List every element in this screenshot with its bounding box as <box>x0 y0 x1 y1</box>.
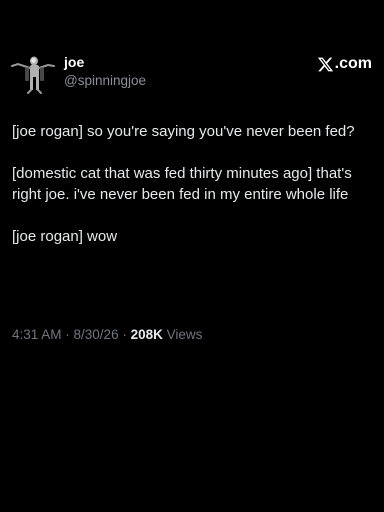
tweet-paragraph: [domestic cat that was fed thirty minute… <box>12 165 356 203</box>
author-names: joe @spinningjoe <box>64 53 146 90</box>
tweet-paragraph: [joe rogan] wow <box>12 228 118 245</box>
tweet-paragraph: [joe rogan] so you're saying you've neve… <box>12 123 355 140</box>
tweet-time[interactable]: 4:31 AM <box>12 327 62 342</box>
views-label: Views <box>162 327 203 342</box>
tweet-header: joe @spinningjoe .com <box>10 50 374 94</box>
avatar[interactable] <box>10 54 56 94</box>
avatar-dancing-figure-icon <box>11 56 55 94</box>
brand-watermark: .com <box>317 53 372 75</box>
tweet-text: [joe rogan] so you're saying you've neve… <box>12 121 372 268</box>
brand-label: .com <box>334 55 372 72</box>
views-count[interactable]: 208K <box>131 327 163 342</box>
meta-separator: · <box>61 327 74 342</box>
tweet-meta: 4:31 AM · 8/30/26 · 208K Views <box>12 325 202 345</box>
display-name[interactable]: joe <box>64 53 146 71</box>
user-handle[interactable]: @spinningjoe <box>64 72 146 90</box>
x-logo-icon <box>317 57 333 71</box>
meta-separator: · <box>118 327 131 342</box>
tweet-date[interactable]: 8/30/26 <box>74 327 119 342</box>
tweet-card: joe @spinningjoe .com [joe rogan] so you… <box>0 0 384 512</box>
